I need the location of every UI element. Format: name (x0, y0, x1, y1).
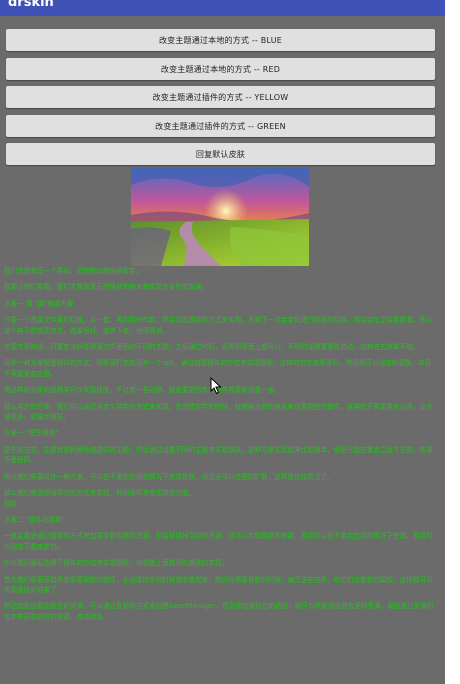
paragraph: 那么我们就选择插件化的方式来实现，利用插件来完成换肤功能。 换肤 (4, 489, 196, 508)
paragraph: 一是主要是通过插件的方式来加载皮肤包里的资源，然后替换掉当前的资源，就可以实现换… (4, 532, 433, 551)
theme-green-plugin-button[interactable]: 改变主题通过插件的方式 -- GREEN (6, 115, 435, 137)
paragraph: 然后就是加载皮肤包的资源，可以通过反射的方式来创建AssetManager，然后… (4, 602, 434, 621)
paragraph: 实现方案的话，只要定义好在资源文件里面的不同的主题，之后通过代码，设置到界面上就… (4, 343, 420, 352)
paragraph: 我们总是想写一个类似，把皮肤的颜色跟着变。 (4, 267, 143, 275)
app-title: drskin (8, 0, 54, 10)
theme-yellow-plugin-button[interactable]: 改变主题通过插件的方式 -- YELLOW (6, 86, 435, 108)
paragraph: 原生的方式，主要就是利用系统提供的主题，然后通过设置不同的主题来实现换肤，这种方… (4, 445, 433, 465)
paragraph: 我要让你们看看，我们才算是真正的换肤的技术和实现方案的实现来。 (4, 283, 209, 292)
paragraph: 只要一个资源文件里的切换，从一套、再到另外的套，然后动态换肤的方式来实现，大家下… (4, 316, 433, 335)
landscape-sunset-image (131, 167, 309, 266)
paragraph: 那么另外的方案，我们可以通过自定义控件的方式来实现，在创建控件的时候，就根据当前… (4, 402, 433, 422)
article-content: 我们总是想写一个类似，把皮肤的颜色跟着变。 我要让你们看看，我们才算是真正的换肤… (4, 266, 436, 628)
paragraph: 首先我们需要获取所有需要换肤的控件，在创建控件的时候就收集起来，然后在需要换肤的… (4, 575, 433, 594)
paragraph: 所以我们需要另外一种方案，可以在不重启应用的情况下完成换肤，而且还可以方便的扩展… (4, 472, 334, 481)
theme-red-local-button[interactable]: 改变主题通过本地的方式 -- RED (6, 58, 435, 80)
theme-blue-local-button[interactable]: 改变主题通过本地的方式 -- BLUE (6, 29, 435, 51)
mouse-cursor-icon (210, 377, 222, 395)
section-heading: 方案一 "原生换肤" (4, 429, 59, 438)
screen-edge (445, 0, 460, 684)
restore-default-skin-button[interactable]: 回复默认皮肤 (6, 143, 435, 165)
section-heading: 方案二 "插件化换肤" (4, 515, 65, 524)
landscape-image-graphic (131, 167, 309, 266)
app-bar: drskin (0, 0, 445, 16)
paragraph: 所以我们最后选择了插件的方式来实现换肤，也就是上面提到的换肤的实现。 (4, 559, 229, 568)
section-heading: 方案一 用 "换"皮肤方案 (4, 299, 74, 308)
